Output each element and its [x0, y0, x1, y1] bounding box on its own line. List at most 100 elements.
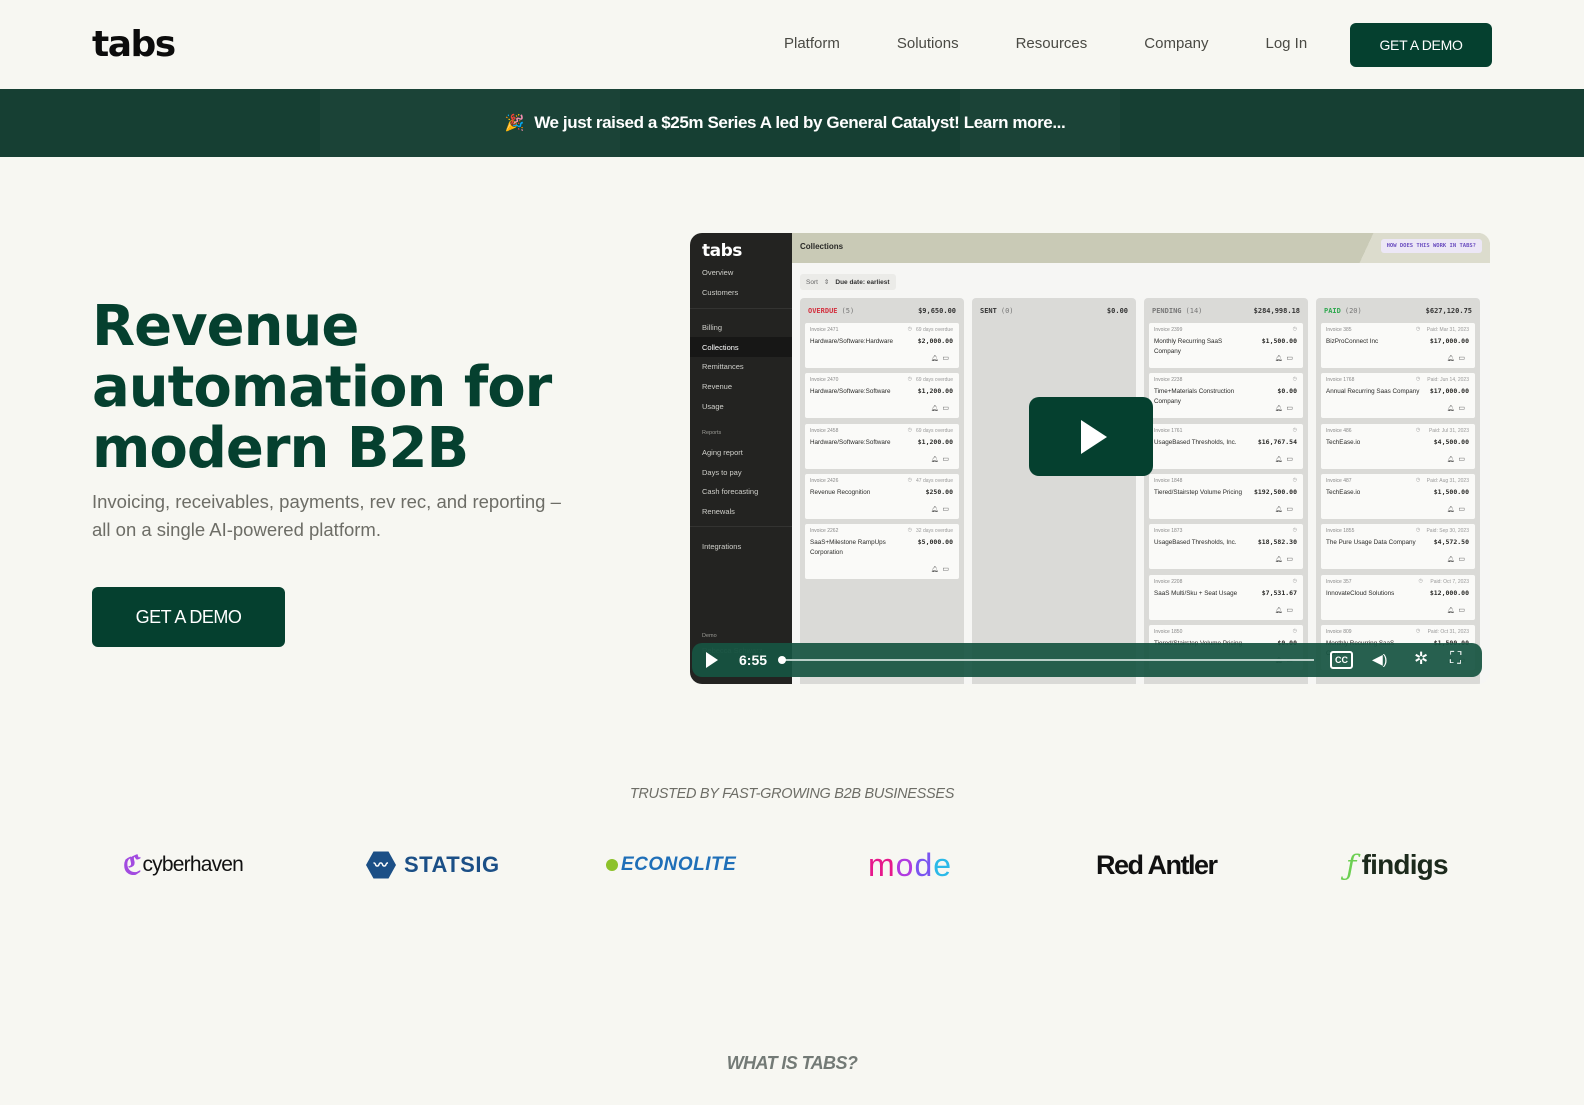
column-count: (5)	[841, 307, 855, 315]
video-scrubber-handle[interactable]	[778, 656, 786, 664]
video-controls: 6:55 CC ◀︎) ✲ ⛶	[692, 643, 1482, 677]
invoice-customer: Hardware/Software:Hardware	[810, 338, 893, 345]
invoice-status-meta: 32 days overdue	[916, 528, 953, 535]
findigs-wordmark: findigs	[1361, 849, 1449, 880]
nav-get-demo-button[interactable]: GET A DEMO	[1350, 23, 1492, 67]
clock-icon: ◷	[1292, 627, 1297, 634]
invoice-customer: SaaS Multi/Sku + Seat Usage	[1154, 589, 1238, 597]
invoice-number: Invoice 2208	[1154, 578, 1183, 585]
clock-icon: ◷	[1415, 527, 1421, 534]
bell-icon: 🔔︎	[930, 456, 943, 463]
comment-icon: ▭	[1458, 505, 1469, 513]
invoice-amount: $2,000.00	[917, 337, 953, 345]
video-progress-track[interactable]	[780, 659, 1314, 661]
clock-icon: ◷	[1415, 476, 1421, 483]
column-status: OVERDUE	[808, 307, 838, 315]
invoice-amount: $1,500.00	[1261, 337, 1297, 345]
column-status: PAID	[1324, 307, 1341, 315]
invoice-status-meta: Paid: Mar 31, 2023	[1426, 327, 1469, 333]
cyberhaven-logo: ℭcyberhaven	[123, 845, 244, 885]
column-status: SENT	[980, 307, 997, 315]
invoice-card: Invoice 1848 ◷ Tiered/Stairstep Volume Pr…	[1149, 473, 1303, 519]
bell-icon: 🔔︎	[1446, 406, 1459, 413]
app-sidebar: tabs Overview Customers Billing Collecti…	[690, 233, 792, 684]
banner-content: 🎉 We just raised a $25m Series A led by …	[505, 113, 1066, 133]
nav-resources[interactable]: Resources	[1016, 35, 1088, 52]
card-actions: 🔔︎▭	[931, 505, 953, 513]
invoice-amount: $7,531.67	[1261, 588, 1297, 597]
column-total: $627,120.75	[1425, 307, 1472, 315]
app-nav-overview: Overview	[702, 268, 734, 277]
invoice-status-meta: Paid: Jul 31, 2023	[1428, 427, 1469, 434]
comment-icon: ▭	[1286, 606, 1297, 614]
invoice-amount: $1,500.00	[1433, 487, 1469, 496]
column-title: PAID (20)	[1324, 307, 1362, 315]
invoice-number: Invoice 2262	[810, 528, 839, 535]
fullscreen-icon[interactable]: ⛶	[1450, 649, 1461, 669]
control-play-icon[interactable]	[706, 652, 718, 668]
announcement-banner[interactable]: 🎉 We just raised a $25m Series A led by …	[0, 89, 1584, 157]
sort-label: Sort	[806, 279, 818, 286]
invoice-customer: Annual Recurring Saas Company	[1326, 388, 1420, 396]
tabs-logo[interactable]: tabs	[92, 24, 176, 65]
invoice-amount: $18,582.30	[1257, 538, 1297, 547]
invoice-customer: The Pure Usage Data Company	[1326, 539, 1416, 547]
nav-links: Platform Solutions Resources Company Log…	[784, 35, 1307, 52]
invoice-status-meta: Paid: Jun 14, 2023	[1427, 377, 1469, 384]
statsig-logo: 〰 STATSIG	[366, 845, 500, 885]
card-actions: 🔔︎▭	[1275, 455, 1297, 463]
trusted-heading: TRUSTED BY FAST-GROWING B2B BUSINESSES	[629, 786, 955, 802]
findigs-logo: ƒ findigs	[1346, 845, 1449, 885]
column-header: PAID (20) $627,120.75	[1324, 307, 1472, 315]
bell-icon: 🔔︎	[1274, 456, 1287, 463]
app-page-title: Collections	[800, 242, 844, 251]
closed-captions-icon[interactable]: CC	[1330, 651, 1353, 669]
nav-company[interactable]: Company	[1144, 35, 1208, 52]
hero-get-demo-button[interactable]: GET A DEMO	[92, 587, 285, 647]
app-nav-billing: Billing	[702, 323, 723, 332]
nav-login[interactable]: Log In	[1265, 35, 1307, 52]
clock-icon: ◷	[1292, 577, 1297, 584]
settings-gear-icon[interactable]: ✲	[1414, 649, 1428, 669]
clock-icon: ◷	[1292, 527, 1297, 534]
invoice-status-meta: 47 days overdue	[916, 477, 953, 484]
play-icon	[1081, 419, 1107, 454]
invoice-card: Invoice 2458 ◷ 69 days overdue Hardware/So…	[805, 423, 959, 469]
invoice-number: Invoice 2470	[810, 377, 839, 384]
app-demo-label: Demo	[702, 633, 717, 639]
invoice-amount: $250.00	[925, 487, 953, 496]
demo-video[interactable]: tabs Overview Customers Billing Collecti…	[690, 233, 1490, 684]
invoice-card: Invoice 385 ◷ Paid: Mar 31, 2023 BizProCon…	[1321, 323, 1475, 368]
column-count: (0)	[1000, 307, 1014, 315]
invoice-number: Invoice 2399	[1154, 327, 1183, 333]
nav-platform[interactable]: Platform	[784, 35, 840, 52]
bell-icon: 🔔︎	[1274, 356, 1287, 362]
cyberhaven-wordmark: cyberhaven	[142, 853, 244, 876]
invoice-card: Invoice 2262 ◷ 32 days overdue SaaS+Milest…	[805, 524, 959, 580]
clock-icon: ◷	[907, 326, 912, 332]
clock-icon: ◷	[1292, 476, 1297, 483]
bell-icon: 🔔︎	[930, 406, 943, 413]
party-popper-icon: 🎉	[504, 115, 525, 132]
invoice-card: Invoice 1873 ◷ UsageBased Thresholds, Inc…	[1149, 524, 1303, 570]
clock-icon: ◷	[907, 426, 912, 433]
column-title: SENT (0)	[980, 307, 1014, 315]
app-nav-days-to-pay: Days to pay	[702, 468, 742, 477]
econolite-wordmark: ECONOLITE	[621, 854, 737, 875]
volume-icon[interactable]: ◀︎)	[1372, 649, 1387, 669]
banner-text[interactable]: We just raised a $25m Series A led by Ge…	[534, 113, 1066, 133]
bell-icon: 🔔︎	[930, 567, 943, 574]
column-total: $284,998.18	[1253, 307, 1300, 315]
app-nav-customers: Customers	[702, 288, 739, 297]
app-nav-integrations: Integrations	[702, 542, 742, 551]
invoice-customer: TechEase.io	[1326, 438, 1361, 446]
statsig-wordmark: STATSIG	[404, 852, 500, 877]
bell-icon: 🔔︎	[1446, 506, 1459, 513]
comment-icon: ▭	[1286, 355, 1297, 362]
nav-solutions[interactable]: Solutions	[897, 35, 959, 52]
card-actions: 🔔︎▭	[1275, 505, 1297, 513]
column-total: $0.00	[1106, 307, 1128, 315]
column-title: PENDING (14)	[1152, 307, 1202, 315]
card-actions: 🔔︎▭	[931, 354, 953, 362]
play-video-button[interactable]	[1029, 397, 1153, 476]
